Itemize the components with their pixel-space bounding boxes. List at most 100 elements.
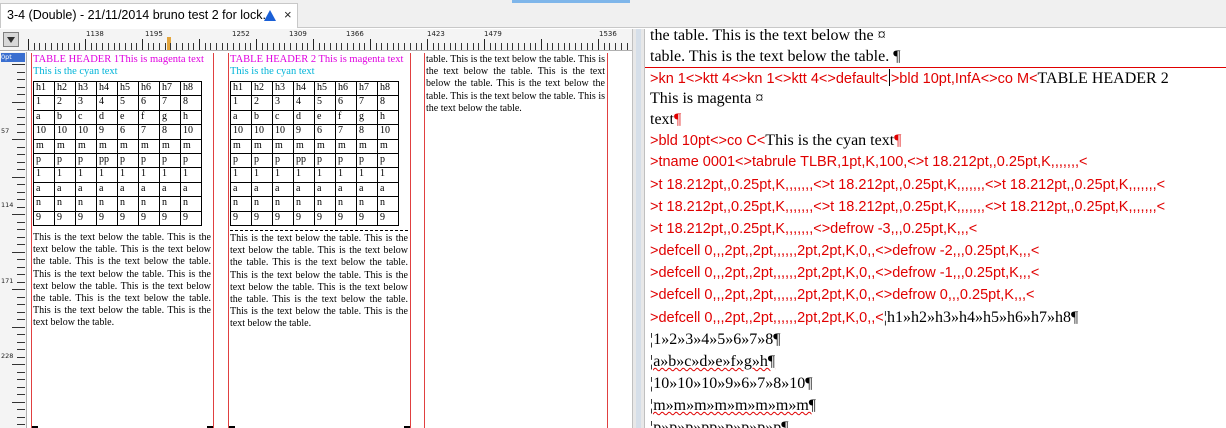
table-end-divider: [230, 229, 408, 231]
table-cell: m: [138, 138, 160, 154]
ruler-tick: [170, 43, 171, 50]
ruler-tick: [341, 43, 342, 50]
ruler-tick: [467, 43, 468, 50]
table-cell: p: [117, 152, 139, 169]
table-row: nnnnnnnn: [33, 196, 202, 212]
title-accent-strip: [512, 0, 630, 3]
ruler-tick: [17, 244, 25, 245]
table-cell: f: [138, 109, 160, 126]
source-code-pane[interactable]: the table. This is the text below the ¤ …: [645, 29, 1226, 428]
vertical-ruler[interactable]: 0pt 57 114 171 228: [0, 52, 27, 428]
table-header-magenta: TABLE HEADER 2 This is magenta text: [230, 54, 404, 65]
code-tag-run: >kn 1<>ktt 4<>kn 1<>ktt 4<>default<: [650, 71, 888, 87]
pane-splitter[interactable]: [632, 29, 645, 428]
table-cell: 6: [335, 95, 357, 111]
table-cell: 9: [96, 210, 118, 226]
source-line: >defcell 0,,,2pt,,2pt,,,,,,2pt,2pt,K,0,,…: [650, 287, 1035, 309]
ruler-tick: [569, 43, 570, 50]
table-cell: c: [75, 109, 97, 126]
ruler-tick: [17, 154, 25, 155]
horizontal-ruler[interactable]: 1138 1195 1252 1309 1366 1423 1479 1536: [0, 29, 632, 51]
source-text-run: ¦p»p»p»pp»p»p»p»p¶: [650, 419, 789, 428]
table-cell: p: [230, 152, 252, 169]
code-tag-run: >t 18.212pt,,0.25pt,K,,,,,,,<>t 18.212pt…: [650, 177, 1166, 193]
table-row: h1 h2 h3 h4 h5 h6 h7 h8: [33, 80, 202, 97]
table-cell: m: [377, 138, 399, 154]
table-cell: h4: [293, 80, 315, 97]
galley-pane[interactable]: 1138 1195 1252 1309 1366 1423 1479 1536 …: [0, 29, 632, 428]
ruler-tick: [12, 177, 25, 178]
ruler-tick: [450, 43, 451, 50]
table-cell: 5: [117, 95, 139, 111]
table-cell: n: [293, 196, 315, 212]
ruler-tick: [245, 43, 246, 50]
ruler-tick: [17, 274, 25, 275]
table-cell: 10: [272, 124, 294, 140]
ruler-tick: [12, 214, 25, 215]
table-cell: 9: [75, 210, 97, 226]
ruler-tick: [302, 43, 303, 50]
table-cell: 10: [75, 124, 97, 140]
table-cell: 1: [230, 95, 252, 111]
table-row: p p p pp p p p p: [33, 152, 202, 169]
table-cell: a: [314, 181, 336, 198]
ruler-tick: [319, 43, 320, 50]
table-cell: h7: [356, 80, 378, 97]
ruler-tick: [45, 43, 46, 50]
table-cell: 8: [159, 124, 181, 140]
table-cell: n: [33, 196, 55, 212]
ruler-tick: [153, 43, 154, 50]
ruler-tick: [615, 43, 616, 50]
ruler-tick: [324, 43, 325, 50]
table-cell: 1: [33, 95, 55, 111]
source-line: ¦a»b»c»d»e»f»g»h¶: [650, 353, 775, 375]
source-line: >tname 0001<>tabrule TLBR,1pt,K,100,<>t …: [650, 154, 1087, 176]
ruler-tick: [17, 79, 25, 80]
table-row: aaaaaaaa: [33, 181, 202, 198]
ruler-tick: [387, 43, 388, 50]
ruler-tick: [330, 43, 331, 50]
table-cell: g: [159, 109, 181, 126]
galley-column-2[interactable]: TABLE HEADER 2 This is magenta text This…: [228, 53, 411, 428]
table-cell: p: [159, 152, 181, 169]
table-cell: n: [251, 196, 273, 212]
ruler-tick: [17, 372, 25, 373]
galley-column-1[interactable]: TABLE HEADER 1This is magenta text This …: [31, 53, 214, 428]
table-cell: p: [314, 152, 336, 169]
table-cell: m: [314, 138, 336, 154]
table-cell: p: [335, 152, 357, 169]
ruler-tick: [39, 43, 40, 50]
ruler-tick: [530, 43, 531, 50]
ruler-tick: [524, 43, 525, 50]
ruler-tick: [17, 207, 25, 208]
table-row: 99999999: [33, 210, 202, 226]
source-text-run: ¦a»b»c»d»e»f»g»h¶: [650, 353, 776, 370]
ruler-tick: [541, 39, 542, 50]
galley-column-3[interactable]: table. This is the text below the table.…: [424, 53, 608, 428]
table-row: abcdefgh: [230, 109, 399, 126]
table-cell: p: [272, 152, 294, 169]
table-cell: 10: [180, 124, 202, 140]
close-tab-button[interactable]: ×: [284, 7, 292, 22]
ruler-tick: [114, 43, 115, 50]
table-cell: h7: [159, 80, 181, 97]
table-cell: h5: [314, 80, 336, 97]
ruler-tick: [273, 43, 274, 50]
ruler-tick: [512, 43, 513, 50]
code-tag-run: >bld 10pt,InfA<>co M<: [890, 71, 1038, 87]
table-cell: h4: [96, 80, 118, 97]
ruler-tick: [17, 199, 25, 200]
ruler-tick: [284, 43, 285, 50]
ruler-tick: [108, 43, 109, 50]
table-cell: 7: [159, 95, 181, 111]
ruler-tick: [575, 43, 576, 50]
ruler-tick: [12, 102, 25, 103]
ruler-menu-button[interactable]: [3, 32, 19, 47]
source-text-run: text: [650, 111, 674, 128]
source-line: ¦m»m»m»m»m»m»m»m¶: [650, 397, 816, 419]
ruler-tick: [17, 109, 25, 110]
table-cell: h8: [180, 80, 202, 97]
document-tab[interactable]: 3-4 (Double) - 21/11/2014 bruno test 2 f…: [0, 3, 298, 28]
table-cell: 2: [251, 95, 273, 111]
table-cell: 1: [33, 167, 55, 183]
